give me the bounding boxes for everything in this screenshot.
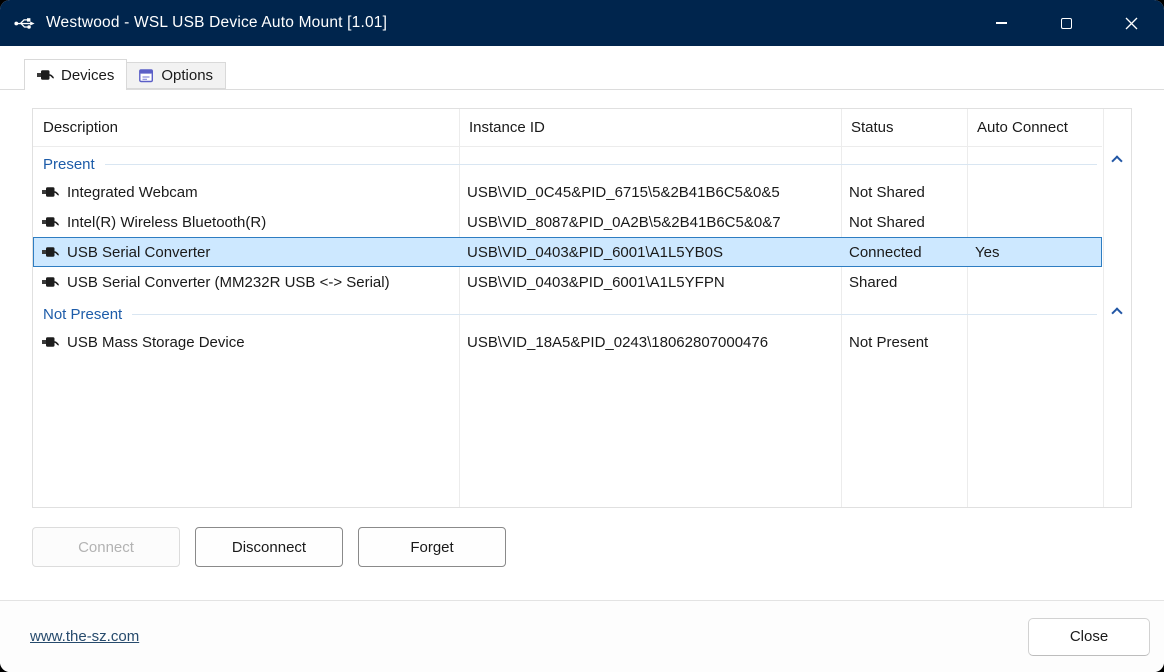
group-separator-line [132, 314, 1097, 315]
usb-plug-icon [42, 246, 59, 258]
device-description: Integrated Webcam [67, 184, 198, 201]
device-description-cell: USB Mass Storage Device [33, 334, 459, 351]
device-instance-id: USB\VID_0403&PID_6001\A1L5YFPN [459, 274, 841, 291]
usb-plug-icon [37, 69, 54, 81]
device-status: Shared [841, 274, 967, 291]
device-description: USB Serial Converter [67, 244, 210, 261]
minimize-button[interactable] [969, 0, 1034, 46]
group-collapse-lane [1103, 109, 1131, 507]
device-row-usb-mass-storage[interactable]: USB Mass Storage Device USB\VID_18A5&PID… [33, 327, 1102, 357]
device-instance-id: USB\VID_0C45&PID_6715\5&2B41B6C5&0&5 [459, 184, 841, 201]
usb-plug-icon [42, 186, 59, 198]
device-row-usb-serial-converter[interactable]: USB Serial Converter USB\VID_0403&PID_60… [33, 237, 1102, 267]
group-label: Not Present [43, 306, 122, 323]
column-header-description[interactable]: Description [33, 119, 459, 136]
group-separator-line [105, 164, 1097, 165]
device-list-rows: Description Instance ID Status Auto Conn… [33, 109, 1102, 507]
group-label: Present [43, 156, 95, 173]
tab-devices[interactable]: Devices [24, 59, 127, 90]
device-status: Not Present [841, 334, 967, 351]
tab-options[interactable]: Options [127, 62, 226, 89]
action-button-row: Connect Disconnect Forget [32, 527, 1132, 567]
tab-strip: Devices Options [0, 46, 1164, 90]
collapse-not-present-chevron-icon[interactable] [1111, 307, 1122, 318]
group-header-present: Present [33, 151, 1102, 177]
table-header-row: Description Instance ID Status Auto Conn… [33, 109, 1102, 147]
device-row-integrated-webcam[interactable]: Integrated Webcam USB\VID_0C45&PID_6715\… [33, 177, 1102, 207]
device-description: USB Mass Storage Device [67, 334, 245, 351]
settings-window-icon [139, 69, 154, 83]
device-description-cell: Integrated Webcam [33, 184, 459, 201]
device-description-cell: Intel(R) Wireless Bluetooth(R) [33, 214, 459, 231]
group-header-not-present: Not Present [33, 301, 1102, 327]
device-status: Connected [841, 244, 967, 261]
close-window-button[interactable] [1099, 0, 1164, 46]
usb-symbol-icon [13, 12, 35, 34]
device-description: Intel(R) Wireless Bluetooth(R) [67, 214, 266, 231]
column-header-status[interactable]: Status [841, 119, 967, 136]
device-list: Description Instance ID Status Auto Conn… [32, 108, 1132, 508]
usb-plug-icon [42, 276, 59, 288]
window-title: Westwood - WSL USB Device Auto Mount [1.… [46, 14, 387, 32]
close-icon [1125, 17, 1138, 30]
maximize-button[interactable] [1034, 0, 1099, 46]
usb-plug-icon [42, 216, 59, 228]
website-link[interactable]: www.the-sz.com [30, 628, 139, 645]
device-description-cell: USB Serial Converter [33, 244, 459, 261]
titlebar[interactable]: Westwood - WSL USB Device Auto Mount [1.… [0, 0, 1164, 46]
device-instance-id: USB\VID_8087&PID_0A2B\5&2B41B6C5&0&7 [459, 214, 841, 231]
device-status: Not Shared [841, 184, 967, 201]
connect-button[interactable]: Connect [32, 527, 180, 567]
disconnect-button[interactable]: Disconnect [195, 527, 343, 567]
app-window: Westwood - WSL USB Device Auto Mount [1.… [0, 0, 1164, 672]
tab-options-label: Options [161, 67, 213, 84]
forget-button[interactable]: Forget [358, 527, 506, 567]
device-status: Not Shared [841, 214, 967, 231]
device-row-usb-serial-converter-mm232r[interactable]: USB Serial Converter (MM232R USB <-> Ser… [33, 267, 1102, 297]
device-description: USB Serial Converter (MM232R USB <-> Ser… [67, 274, 390, 291]
device-row-bluetooth[interactable]: Intel(R) Wireless Bluetooth(R) USB\VID_8… [33, 207, 1102, 237]
footer-bar: www.the-sz.com Close [0, 600, 1164, 672]
column-header-auto-connect[interactable]: Auto Connect [967, 119, 1102, 136]
window-controls [969, 0, 1164, 46]
device-auto-connect: Yes [967, 244, 1102, 261]
devices-tab-panel: Description Instance ID Status Auto Conn… [0, 90, 1164, 600]
close-button[interactable]: Close [1028, 618, 1150, 656]
collapse-present-chevron-icon[interactable] [1111, 155, 1122, 166]
column-header-instance-id[interactable]: Instance ID [459, 119, 841, 136]
usb-plug-icon [42, 336, 59, 348]
tab-devices-label: Devices [61, 67, 114, 84]
maximize-icon [1061, 18, 1072, 29]
device-description-cell: USB Serial Converter (MM232R USB <-> Ser… [33, 274, 459, 291]
minimize-icon [996, 22, 1007, 23]
device-instance-id: USB\VID_0403&PID_6001\A1L5YB0S [459, 244, 841, 261]
device-instance-id: USB\VID_18A5&PID_0243\18062807000476 [459, 334, 841, 351]
